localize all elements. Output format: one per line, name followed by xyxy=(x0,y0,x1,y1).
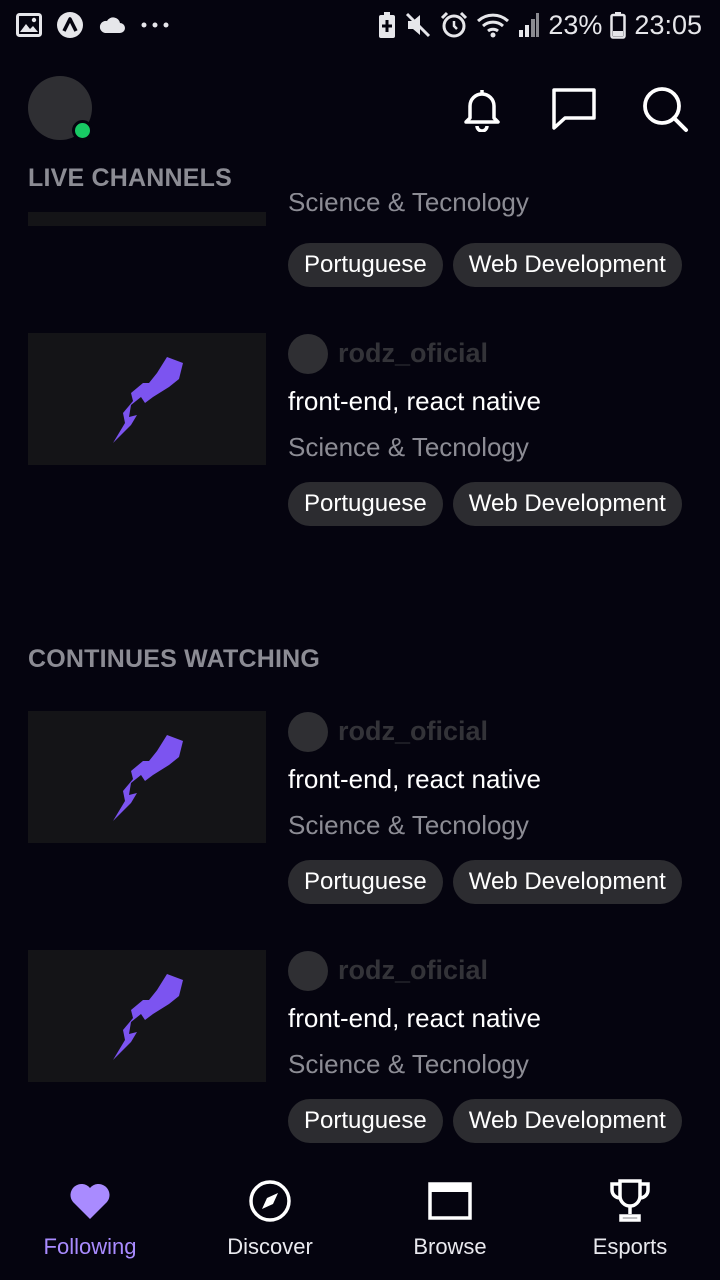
channel-name[interactable]: rodz_oficial xyxy=(338,338,488,369)
app-header xyxy=(0,72,720,144)
brand-logo-icon xyxy=(113,357,183,443)
battery-icon xyxy=(610,12,627,39)
notifications-bell-icon xyxy=(464,90,500,132)
stream-thumbnail[interactable] xyxy=(28,950,266,1082)
nav-tab-esports[interactable]: Esports xyxy=(540,1160,720,1280)
search-icon xyxy=(643,87,688,132)
stream-tags: Portuguese Web Development xyxy=(288,482,682,526)
tag-chip[interactable]: Portuguese xyxy=(288,860,443,904)
stream-category[interactable]: Science & Tecnology xyxy=(288,1049,529,1080)
search-button[interactable] xyxy=(640,84,690,134)
more-dots-icon xyxy=(141,22,169,28)
notifications-button[interactable] xyxy=(457,84,507,134)
arch-app-icon xyxy=(57,12,83,38)
nav-label: Discover xyxy=(227,1234,313,1259)
browse-window-icon xyxy=(425,1178,475,1224)
stream-title: front-end, react native xyxy=(288,1003,541,1033)
channel-avatar[interactable] xyxy=(288,951,328,991)
stream-category[interactable]: Science & Tecnology xyxy=(288,810,529,841)
tag-chip[interactable]: Portuguese xyxy=(288,482,443,526)
tag-chip[interactable]: Portuguese xyxy=(288,243,443,287)
compass-icon xyxy=(245,1178,295,1224)
trophy-icon xyxy=(605,1178,655,1224)
stream-card[interactable]: rodz_oficial front-end, react native Sci… xyxy=(0,711,720,911)
messages-icon xyxy=(552,88,596,130)
cloud-icon xyxy=(99,17,125,33)
nav-label: Following xyxy=(43,1234,137,1259)
bottom-navigation: Following Discover Browse Esports xyxy=(0,1160,720,1280)
stream-card[interactable]: rodz_oficial front-end, react native Sci… xyxy=(0,333,720,533)
brand-logo-icon xyxy=(113,735,183,821)
nav-tab-browse[interactable]: Browse xyxy=(360,1160,540,1280)
messages-button[interactable] xyxy=(549,84,599,134)
channel-name[interactable]: rodz_oficial xyxy=(338,716,488,747)
stream-tags: Portuguese Web Development xyxy=(288,860,682,904)
section-title-live-channels: LIVE CHANNELS xyxy=(28,164,233,192)
brand-logo-icon xyxy=(113,974,183,1060)
tag-chip[interactable]: Web Development xyxy=(452,860,682,904)
wifi-icon xyxy=(477,13,510,38)
status-bar-left xyxy=(16,10,170,40)
tag-chip[interactable]: Web Development xyxy=(452,243,682,287)
channel-avatar[interactable] xyxy=(288,712,328,752)
stream-title: front-end, react native xyxy=(288,386,541,416)
stream-tags-partial: Portuguese Web Development xyxy=(288,243,682,287)
channel-avatar[interactable] xyxy=(288,334,328,374)
status-bar: 23% 23:05 xyxy=(0,0,720,50)
status-bar-right: 23% 23:05 xyxy=(378,8,702,42)
stream-tags: Portuguese Web Development xyxy=(288,1099,682,1143)
mute-icon xyxy=(406,12,431,38)
stream-title: front-end, react native xyxy=(288,764,541,794)
online-status-dot xyxy=(72,120,93,141)
nav-tab-following[interactable]: Following xyxy=(0,1160,180,1280)
section-title-continues-watching: CONTINUES WATCHING xyxy=(28,645,321,673)
battery-percentage: 23% xyxy=(548,9,603,40)
stream-thumbnail-partial[interactable] xyxy=(28,212,266,226)
tag-chip[interactable]: Web Development xyxy=(452,1099,682,1143)
channel-name[interactable]: rodz_oficial xyxy=(338,955,488,986)
nav-label: Browse xyxy=(413,1234,487,1259)
tag-chip[interactable]: Web Development xyxy=(452,482,682,526)
alarm-icon xyxy=(441,11,468,38)
signal-icon xyxy=(519,13,540,37)
heart-icon xyxy=(65,1178,115,1224)
battery-saver-icon xyxy=(379,12,396,38)
app-screen: 23% 23:05 LIVE CHANNELS Science & Tecnol… xyxy=(0,0,720,1280)
nav-label: Esports xyxy=(592,1234,668,1259)
stream-thumbnail[interactable] xyxy=(28,711,266,843)
clock-time: 23:05 xyxy=(634,9,702,40)
image-icon xyxy=(16,13,42,37)
stream-card[interactable]: rodz_oficial front-end, react native Sci… xyxy=(0,950,720,1150)
nav-tab-discover[interactable]: Discover xyxy=(180,1160,360,1280)
stream-category-partial: Science & Tecnology xyxy=(288,193,529,217)
stream-thumbnail[interactable] xyxy=(28,333,266,465)
stream-category[interactable]: Science & Tecnology xyxy=(288,432,529,463)
tag-chip[interactable]: Portuguese xyxy=(288,1099,443,1143)
